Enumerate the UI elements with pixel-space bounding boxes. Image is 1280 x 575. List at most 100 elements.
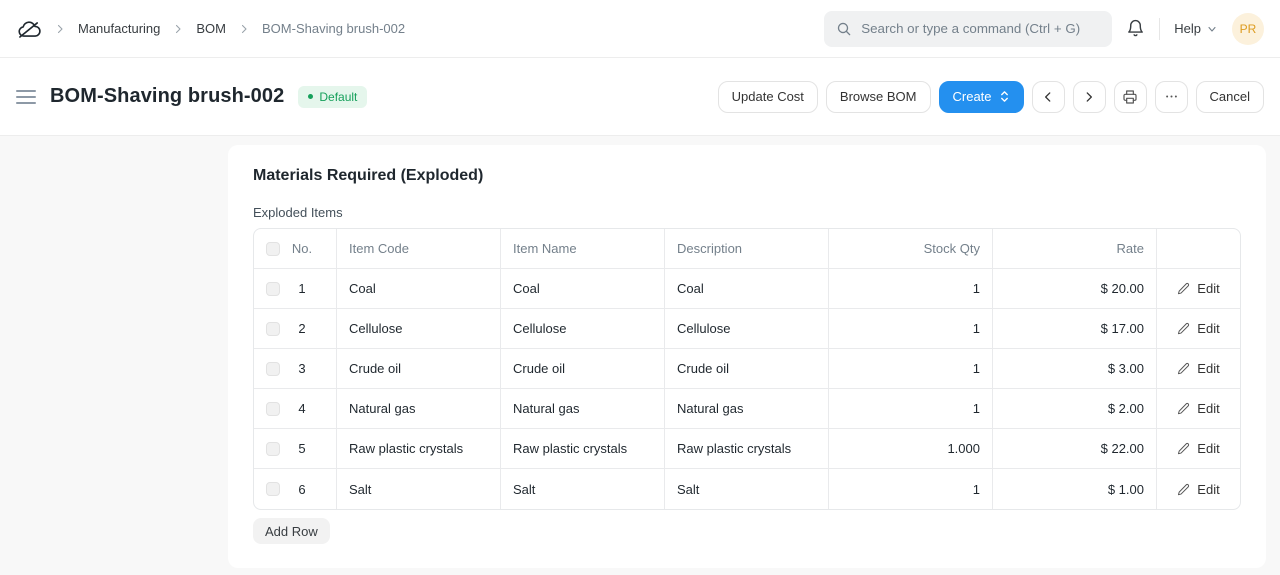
create-button[interactable]: Create xyxy=(939,81,1024,113)
update-cost-button[interactable]: Update Cost xyxy=(718,81,818,113)
user-avatar[interactable]: PR xyxy=(1232,13,1264,45)
row-checkbox[interactable] xyxy=(266,282,280,296)
stock-qty-cell[interactable]: 1 xyxy=(829,269,993,308)
browse-bom-button[interactable]: Browse BOM xyxy=(826,81,931,113)
edit-label: Edit xyxy=(1197,281,1219,296)
sidebar-toggle-icon[interactable] xyxy=(16,88,36,106)
rate-cell[interactable]: $ 1.00 xyxy=(993,469,1157,509)
edit-label: Edit xyxy=(1197,361,1219,376)
rate-cell[interactable]: $ 22.00 xyxy=(993,429,1157,468)
app-logo-cloud-icon[interactable] xyxy=(16,16,42,42)
chevron-right-icon xyxy=(172,23,184,35)
edit-label: Edit xyxy=(1197,441,1219,456)
table-row: 1 Coal Coal Coal 1 $ 20.00 Edit xyxy=(254,269,1240,309)
row-checkbox[interactable] xyxy=(266,442,280,456)
row-number: 3 xyxy=(280,361,324,376)
column-header-no: No. xyxy=(280,241,324,256)
exploded-items-grid: No. Item Code Item Name Description Stoc… xyxy=(253,228,1241,510)
description-cell[interactable]: Natural gas xyxy=(665,389,829,428)
pencil-icon xyxy=(1177,362,1190,375)
print-button[interactable] xyxy=(1114,81,1147,113)
column-header-rate: Rate xyxy=(993,229,1157,268)
rate-cell[interactable]: $ 17.00 xyxy=(993,309,1157,348)
item-code-cell[interactable]: Crude oil xyxy=(337,349,501,388)
breadcrumb-manufacturing[interactable]: Manufacturing xyxy=(78,21,160,36)
description-cell[interactable]: Crude oil xyxy=(665,349,829,388)
grid-body: 1 Coal Coal Coal 1 $ 20.00 Edit 2 Cellul… xyxy=(254,269,1240,509)
edit-row-button[interactable]: Edit xyxy=(1177,401,1219,416)
grid-header-row: No. Item Code Item Name Description Stoc… xyxy=(254,229,1240,269)
column-header-edit xyxy=(1157,229,1240,268)
page-toolbar: BOM-Shaving brush-002 Default Update Cos… xyxy=(0,58,1280,136)
chevron-left-icon xyxy=(1041,90,1055,104)
navbar-actions: Search or type a command (Ctrl + G) Help… xyxy=(824,11,1264,47)
item-name-cell[interactable]: Salt xyxy=(501,469,665,509)
chevron-down-icon xyxy=(1206,23,1218,35)
breadcrumb-current-doc: BOM-Shaving brush-002 xyxy=(262,21,405,36)
column-header-stock-qty: Stock Qty xyxy=(829,229,993,268)
description-cell[interactable]: Raw plastic crystals xyxy=(665,429,829,468)
item-code-cell[interactable]: Salt xyxy=(337,469,501,509)
row-number: 2 xyxy=(280,321,324,336)
row-checkbox[interactable] xyxy=(266,322,280,336)
notifications-bell-icon[interactable] xyxy=(1126,19,1145,38)
edit-row-button[interactable]: Edit xyxy=(1177,281,1219,296)
item-name-cell[interactable]: Crude oil xyxy=(501,349,665,388)
status-badge-label: Default xyxy=(319,90,357,104)
stock-qty-cell[interactable]: 1 xyxy=(829,349,993,388)
top-navbar: Manufacturing BOM BOM-Shaving brush-002 … xyxy=(0,0,1280,58)
description-cell[interactable]: Salt xyxy=(665,469,829,509)
rate-cell[interactable]: $ 20.00 xyxy=(993,269,1157,308)
pencil-icon xyxy=(1177,442,1190,455)
add-row-button[interactable]: Add Row xyxy=(253,518,330,544)
avatar-initials: PR xyxy=(1240,22,1257,36)
stock-qty-cell[interactable]: 1 xyxy=(829,469,993,509)
item-name-cell[interactable]: Coal xyxy=(501,269,665,308)
previous-document-button[interactable] xyxy=(1032,81,1065,113)
item-code-cell[interactable]: Cellulose xyxy=(337,309,501,348)
help-menu[interactable]: Help xyxy=(1174,21,1218,36)
global-search-input[interactable]: Search or type a command (Ctrl + G) xyxy=(824,11,1112,47)
help-label: Help xyxy=(1174,21,1201,36)
row-checkbox[interactable] xyxy=(266,362,280,376)
edit-row-button[interactable]: Edit xyxy=(1177,361,1219,376)
printer-icon xyxy=(1122,89,1138,105)
ellipsis-icon xyxy=(1164,89,1179,104)
edit-label: Edit xyxy=(1197,321,1219,336)
item-name-cell[interactable]: Cellulose xyxy=(501,309,665,348)
unfold-chevrons-icon xyxy=(999,90,1010,103)
item-code-cell[interactable]: Coal xyxy=(337,269,501,308)
rate-cell[interactable]: $ 2.00 xyxy=(993,389,1157,428)
row-number: 6 xyxy=(280,482,324,497)
edit-row-button[interactable]: Edit xyxy=(1177,321,1219,336)
pencil-icon xyxy=(1177,282,1190,295)
stock-qty-cell[interactable]: 1 xyxy=(829,309,993,348)
stock-qty-cell[interactable]: 1.000 xyxy=(829,429,993,468)
row-checkbox[interactable] xyxy=(266,482,280,496)
next-document-button[interactable] xyxy=(1073,81,1106,113)
table-row: 5 Raw plastic crystals Raw plastic cryst… xyxy=(254,429,1240,469)
search-placeholder: Search or type a command (Ctrl + G) xyxy=(861,21,1080,36)
rate-cell[interactable]: $ 3.00 xyxy=(993,349,1157,388)
row-number: 5 xyxy=(280,441,324,456)
edit-row-button[interactable]: Edit xyxy=(1177,441,1219,456)
breadcrumb-bom[interactable]: BOM xyxy=(196,21,226,36)
edit-row-button[interactable]: Edit xyxy=(1177,482,1219,497)
item-name-cell[interactable]: Raw plastic crystals xyxy=(501,429,665,468)
select-all-checkbox[interactable] xyxy=(266,242,280,256)
description-cell[interactable]: Coal xyxy=(665,269,829,308)
description-cell[interactable]: Cellulose xyxy=(665,309,829,348)
row-checkbox[interactable] xyxy=(266,402,280,416)
item-name-cell[interactable]: Natural gas xyxy=(501,389,665,428)
column-header-item-code: Item Code xyxy=(337,229,501,268)
stock-qty-cell[interactable]: 1 xyxy=(829,389,993,428)
row-number: 4 xyxy=(280,401,324,416)
edit-label: Edit xyxy=(1197,482,1219,497)
table-row: 4 Natural gas Natural gas Natural gas 1 … xyxy=(254,389,1240,429)
cancel-button[interactable]: Cancel xyxy=(1196,81,1264,113)
chevron-right-icon xyxy=(54,23,66,35)
main-content: Materials Required (Exploded) Exploded I… xyxy=(0,136,1280,568)
item-code-cell[interactable]: Natural gas xyxy=(337,389,501,428)
item-code-cell[interactable]: Raw plastic crystals xyxy=(337,429,501,468)
more-menu-button[interactable] xyxy=(1155,81,1188,113)
